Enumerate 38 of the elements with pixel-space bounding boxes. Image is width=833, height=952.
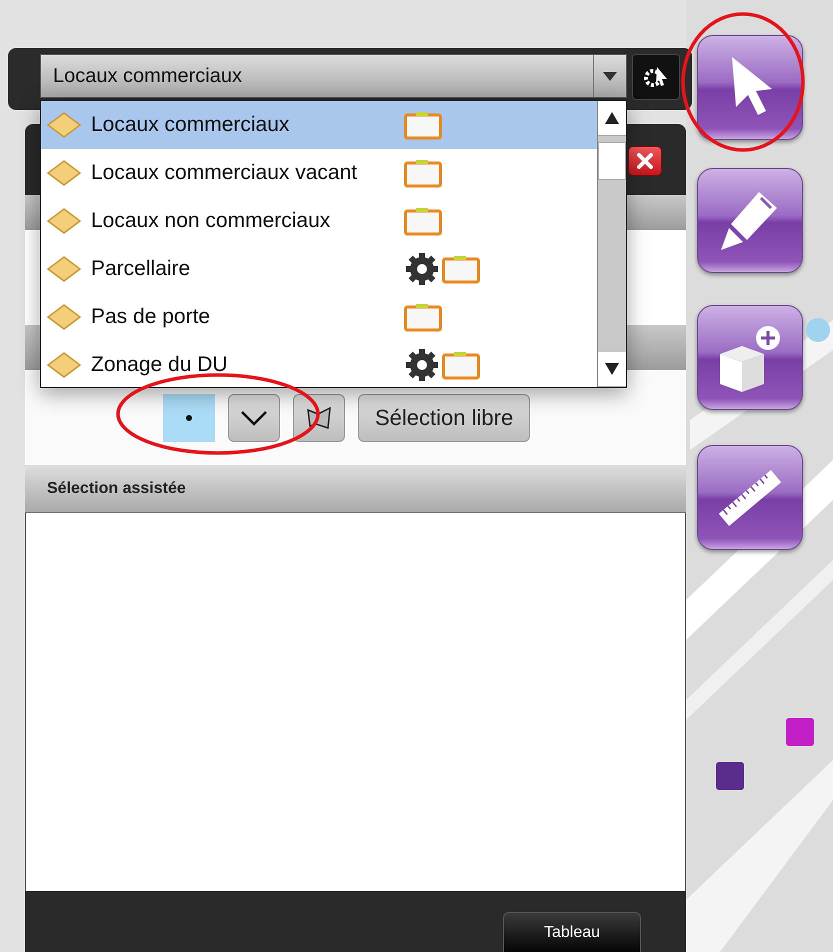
close-button[interactable] [628, 146, 662, 176]
diamond-icon [47, 304, 81, 330]
layer-tool-button[interactable] [632, 54, 680, 100]
free-selection-button[interactable]: Sélection libre [358, 394, 530, 442]
diamond-icon [47, 208, 81, 234]
diamond-icon [47, 352, 81, 378]
layer-option[interactable]: Locaux non commerciaux [41, 197, 597, 245]
chevron-icon [240, 408, 268, 426]
line-mode-button[interactable] [228, 394, 280, 442]
up-arrow-icon[interactable] [605, 112, 619, 124]
measure-tool-button[interactable] [697, 445, 803, 550]
layer-option[interactable]: Locaux commerciaux [41, 101, 597, 149]
folder-icon[interactable] [404, 158, 442, 188]
diamond-icon [47, 256, 81, 282]
add-tool-button[interactable] [697, 305, 803, 410]
layer-select[interactable]: Locaux commerciaux [40, 54, 627, 98]
select-tool-button[interactable] [697, 35, 803, 140]
scroll-thumb[interactable] [598, 142, 626, 180]
diamond-icon [47, 160, 81, 186]
layer-option[interactable]: Zonage du DU [41, 341, 597, 389]
point-icon [185, 414, 193, 422]
diamond-icon [47, 112, 81, 138]
close-icon [636, 152, 654, 170]
polygon-mode-button[interactable] [293, 394, 345, 442]
layer-option[interactable]: Locaux commerciaux vacant [41, 149, 597, 197]
table-button[interactable]: Tableau [503, 912, 641, 952]
draw-tool-button[interactable] [697, 168, 803, 273]
folder-icon[interactable] [404, 302, 442, 332]
scrollbar[interactable] [597, 101, 626, 387]
section-title: Sélection assistée [46, 480, 186, 498]
gear-icon[interactable] [404, 251, 440, 287]
layer-option[interactable]: Parcellaire [41, 245, 597, 293]
down-arrow-icon[interactable] [605, 363, 619, 375]
layer-option[interactable]: Pas de porte [41, 293, 597, 341]
caret-icon [603, 72, 617, 80]
gear-icon[interactable] [404, 347, 440, 383]
polygon-icon [306, 406, 332, 430]
folder-icon[interactable] [404, 206, 442, 236]
